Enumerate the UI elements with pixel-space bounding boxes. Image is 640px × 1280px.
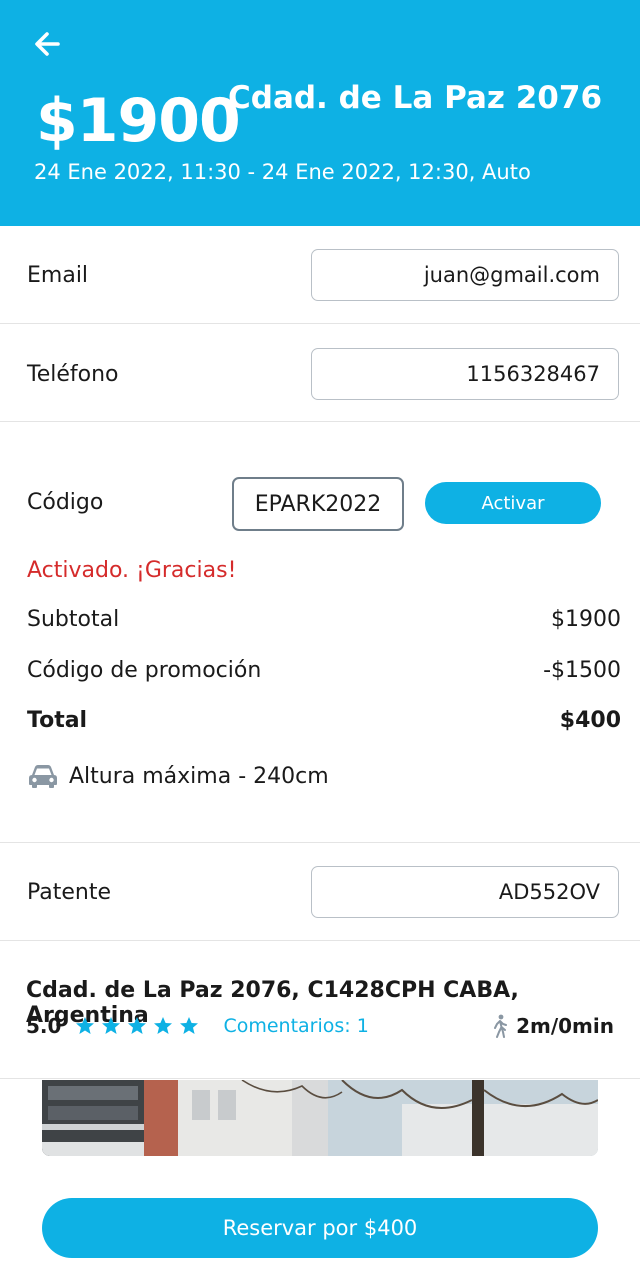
rating-stars — [75, 1016, 199, 1036]
star-icon — [102, 1017, 121, 1034]
header: $1900 Cdad. de La Paz 2076 24 Ene 2022, … — [0, 0, 640, 226]
walking-person-icon — [494, 1014, 508, 1038]
total-label: Total — [27, 708, 88, 733]
walking-distance: 2m/0min — [490, 1014, 614, 1038]
subtotal-label: Subtotal — [27, 607, 120, 632]
arrow-left-icon — [35, 32, 60, 56]
max-height-text: Altura máxima - 240cm — [69, 763, 329, 789]
total-value: $400 — [559, 708, 621, 733]
divider — [0, 421, 640, 422]
divider — [0, 323, 640, 324]
parking-photo-image — [42, 1080, 598, 1156]
header-title: Cdad. de La Paz 2076 — [228, 80, 603, 116]
promo-value: -$1500 — [543, 658, 621, 683]
subtotal-row: Subtotal $1900 — [27, 607, 621, 632]
divider — [0, 940, 640, 941]
car-icon — [29, 765, 57, 788]
subtotal-value: $1900 — [551, 607, 621, 632]
email-field[interactable] — [311, 249, 619, 301]
rating-value: 5.0 — [26, 1014, 62, 1038]
success-message: Activado. ¡Gracias! — [27, 558, 237, 583]
header-subtitle: 24 Ene 2022, 11:30 - 24 Ene 2022, 12:30,… — [34, 160, 531, 184]
phone-label: Teléfono — [27, 362, 119, 387]
promo-label: Código de promoción — [27, 658, 262, 683]
back-button[interactable] — [30, 26, 66, 62]
star-icon — [180, 1017, 199, 1034]
activate-button[interactable]: Activar — [425, 482, 601, 524]
distance-text: 2m/0min — [516, 1014, 614, 1038]
divider — [0, 1078, 640, 1079]
reserve-button[interactable]: Reservar por $400 — [42, 1198, 598, 1258]
star-icon — [154, 1017, 173, 1034]
plate-label: Patente — [27, 880, 112, 905]
plate-field[interactable] — [311, 866, 619, 918]
phone-field[interactable] — [311, 348, 619, 400]
star-icon — [128, 1017, 147, 1034]
email-label: Email — [27, 263, 89, 288]
header-price: $1900 — [36, 86, 241, 156]
parking-photo — [42, 1080, 598, 1156]
comments-link[interactable]: Comentarios: 1 — [223, 1015, 368, 1037]
divider — [0, 842, 640, 843]
star-icon — [76, 1017, 95, 1034]
rating-line: 5.0 Comentarios: 1 2m/0min — [26, 1014, 614, 1038]
promo-code-field[interactable] — [232, 477, 404, 531]
max-height-info: Altura máxima - 240cm — [27, 763, 329, 789]
total-row: Total $400 — [27, 708, 621, 733]
promo-row: Código de promoción -$1500 — [27, 658, 621, 683]
code-label: Código — [27, 490, 104, 515]
